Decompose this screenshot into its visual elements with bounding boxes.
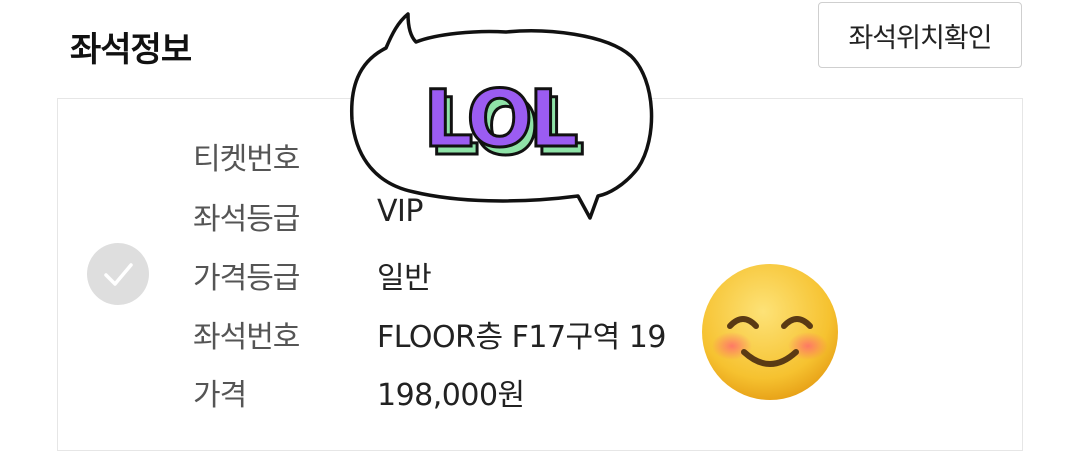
price-grade-value: 일반 [377,261,432,296]
smiling-face-with-smiling-eyes-icon [700,262,840,406]
seat-number-value: FLOOR층 F17구역 19 [377,320,666,355]
seat-grade-label: 좌석등급 [193,202,300,237]
price-label: 가격 [193,378,247,413]
price-value: 198,000원 [377,378,525,413]
seat-number-label: 좌석번호 [193,320,300,355]
check-icon[interactable] [87,243,149,305]
lol-speech-bubble-sticker: LOL LOL [346,8,658,227]
price-grade-label: 가격등급 [193,261,300,296]
seat-location-button[interactable]: 좌석위치확인 [818,2,1022,68]
page-title: 좌석정보 [70,30,192,70]
lol-text: LOL [424,75,577,165]
ticket-number-label: 티켓번호 [193,142,300,177]
